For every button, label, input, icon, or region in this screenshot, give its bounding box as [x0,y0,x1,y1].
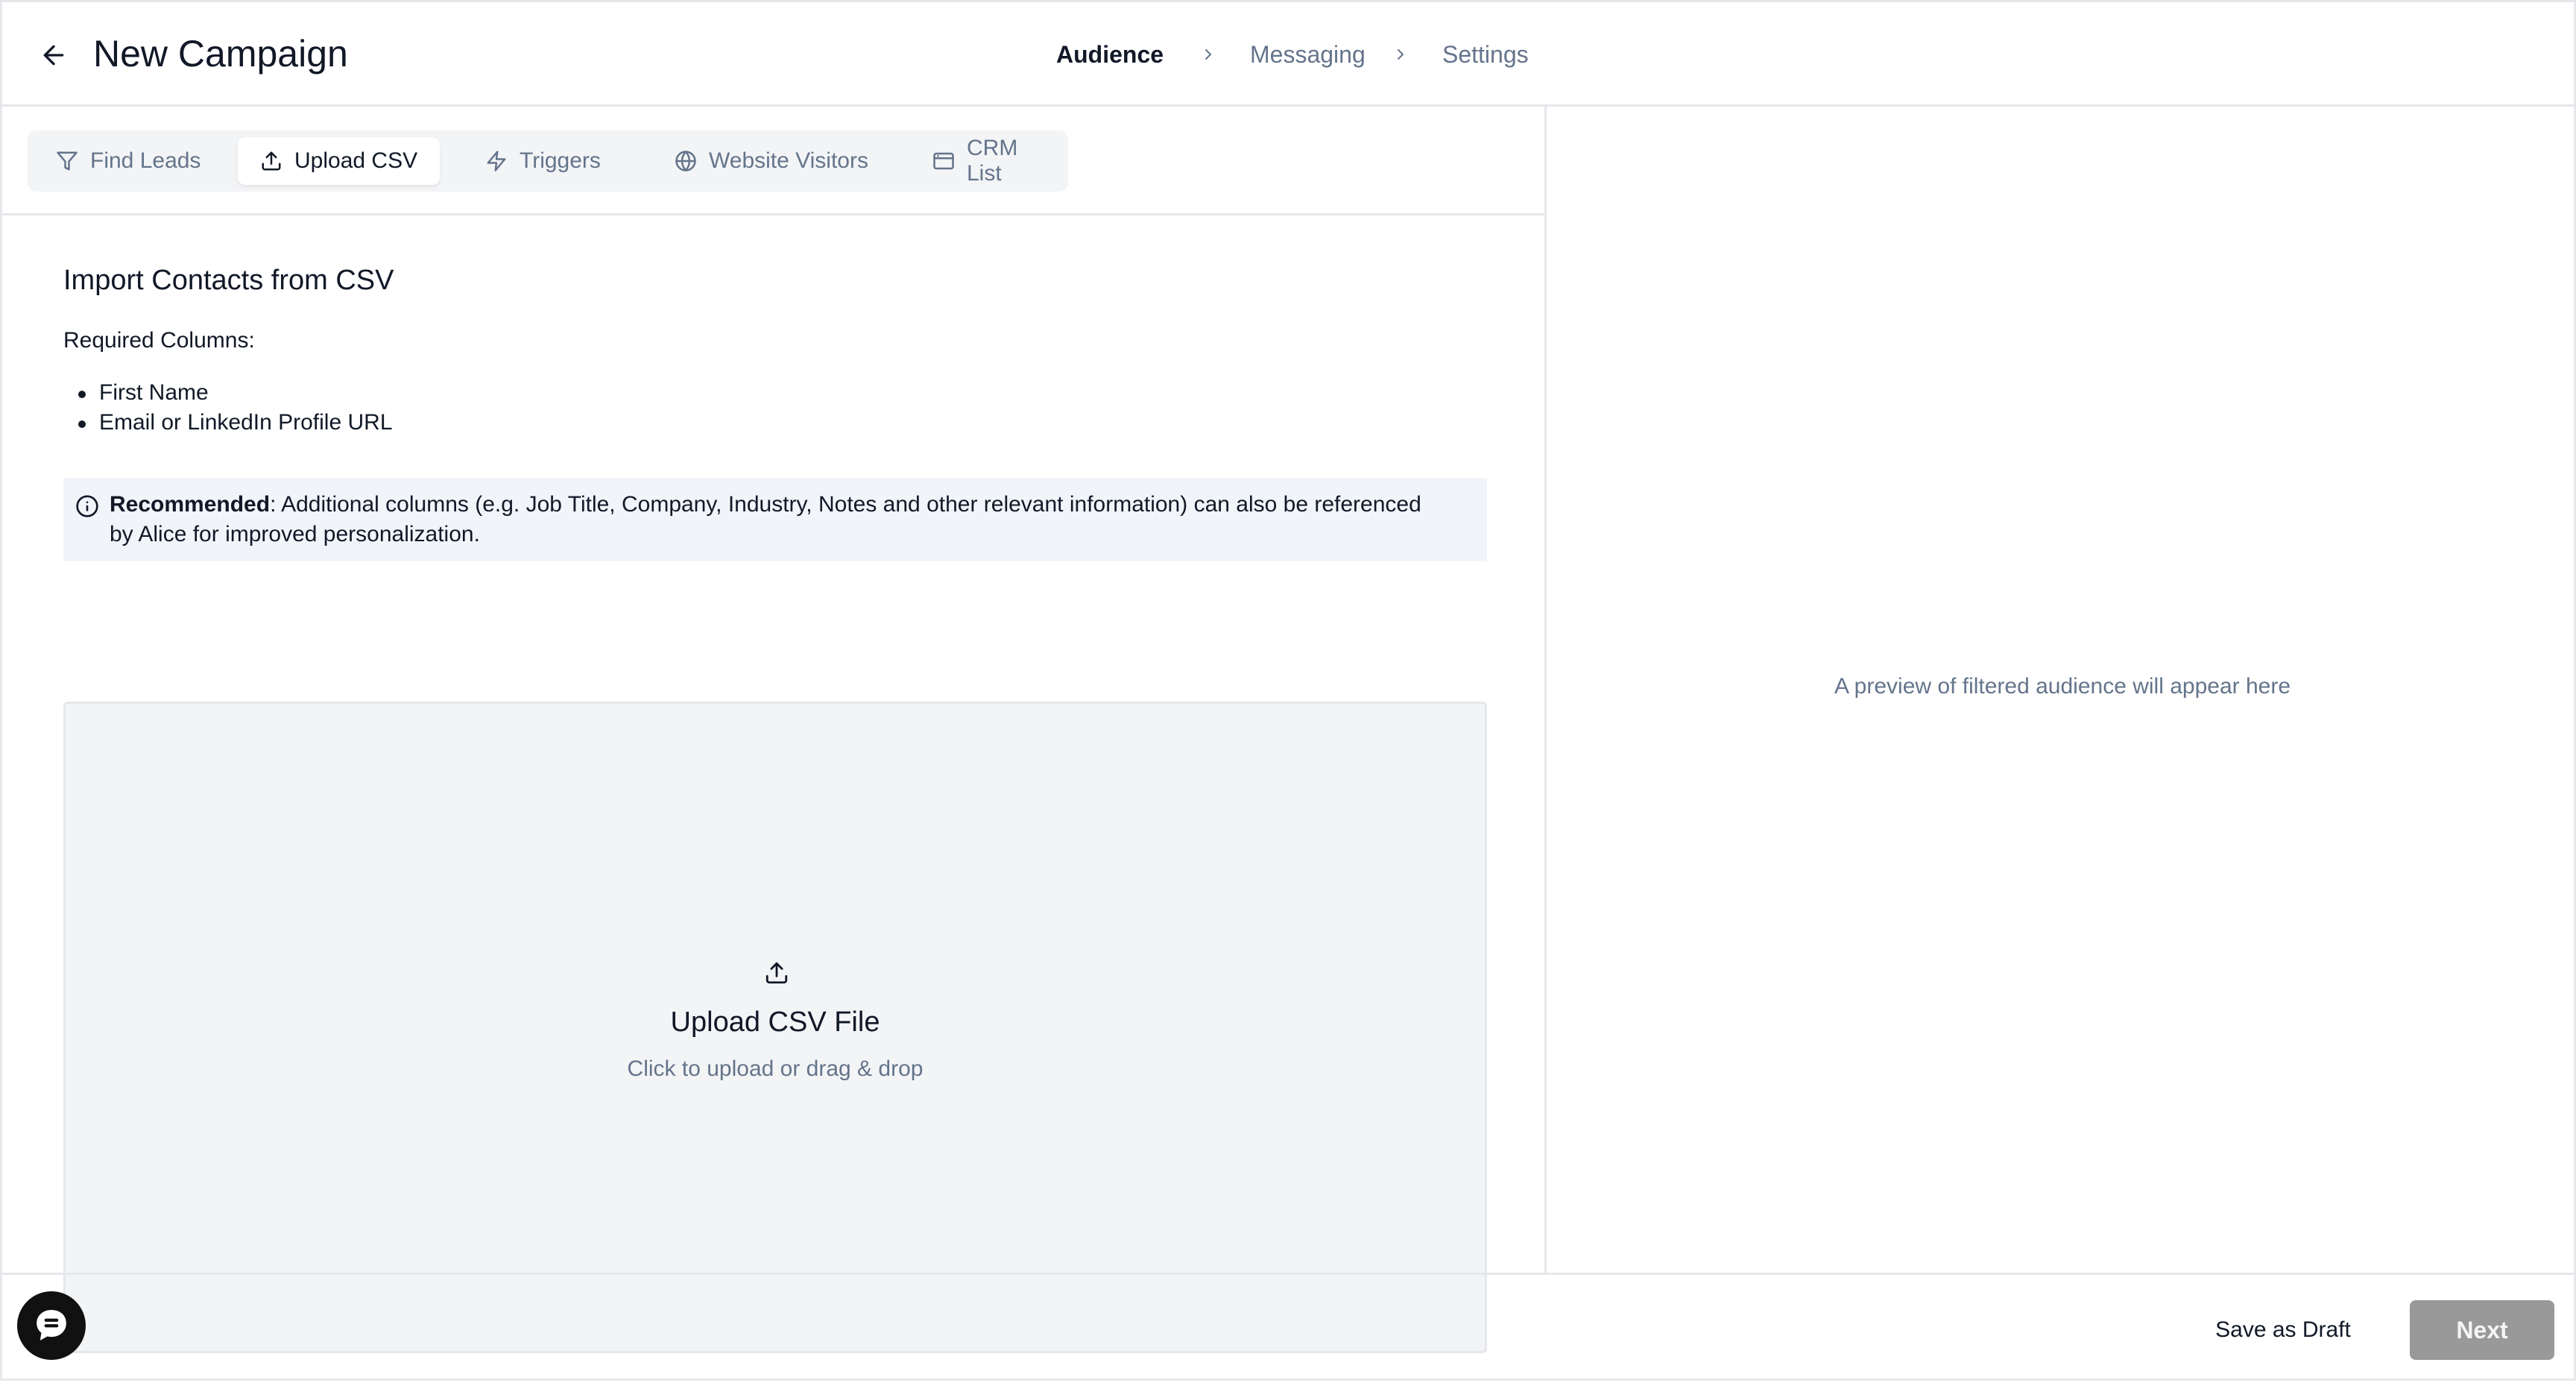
recommendation-bold: Recommended [110,492,271,517]
step-messaging[interactable]: Messaging [1250,37,1366,72]
footer: Save as Draft Next [2,1273,2576,1383]
upload-icon [262,151,281,171]
recommendation-text: Recommended: Additional columns (e.g. Jo… [110,490,1447,549]
recommendation-note: Recommended: Additional columns (e.g. Jo… [63,478,1487,561]
tab-upload-csv[interactable]: Upload CSV [238,137,441,185]
tab-triggers[interactable]: Triggers [463,137,623,185]
csv-dropzone[interactable]: Upload CSV File Click to upload or drag … [63,702,1487,1353]
stepper: Audience Messaging Settings [2,37,2576,74]
source-tabs-bar: Find Leads Upload CSV Triggers Website V… [2,107,1547,215]
chat-widget-button[interactable] [17,1291,86,1360]
tab-crm-list[interactable]: CRM List [910,136,1068,186]
tab-label: CRM List [967,136,1018,186]
tab-website-visitors[interactable]: Website Visitors [652,137,891,185]
audience-panel: Find Leads Upload CSV Triggers Website V… [2,107,1547,1353]
preview-placeholder: A preview of filtered audience will appe… [1834,674,2291,699]
list-item: Email or LinkedIn Profile URL [63,408,393,438]
step-settings[interactable]: Settings [1442,37,1529,72]
globe-icon [675,151,696,171]
info-icon [76,495,98,517]
tab-label: Find Leads [90,148,201,173]
lightning-icon [487,151,506,171]
dropzone-subtitle: Click to upload or drag & drop [627,1056,924,1081]
save-draft-button[interactable]: Save as Draft [2194,1302,2373,1358]
required-columns-list: First Name Email or LinkedIn Profile URL [63,378,393,438]
audience-preview-panel: A preview of filtered audience will appe… [1549,107,2576,1273]
app-window: New Campaign Audience Messaging Settings… [0,0,2576,1381]
filter-icon [57,151,78,171]
chevron-right-icon [1205,49,1211,60]
step-audience[interactable]: Audience [1056,37,1164,72]
list-item: First Name [63,378,393,408]
recommendation-body: : Additional columns (e.g. Job Title, Co… [110,492,1421,546]
tab-label: Upload CSV [294,148,418,173]
tab-label: Website Visitors [709,148,868,173]
section-title: Import Contacts from CSV [63,265,394,296]
chat-icon [37,1310,66,1341]
upload-icon [765,962,788,984]
dropzone-title: Upload CSV File [670,1006,880,1038]
tab-find-leads[interactable]: Find Leads [34,137,223,185]
next-button[interactable]: Next [2410,1300,2554,1360]
source-tabs: Find Leads Upload CSV Triggers Website V… [28,130,1068,192]
chevron-right-icon [1398,49,1404,60]
tab-label: Triggers [520,148,601,173]
required-columns-label: Required Columns: [63,328,255,353]
crm-card-icon [933,152,954,170]
header: New Campaign Audience Messaging Settings [2,2,2576,107]
